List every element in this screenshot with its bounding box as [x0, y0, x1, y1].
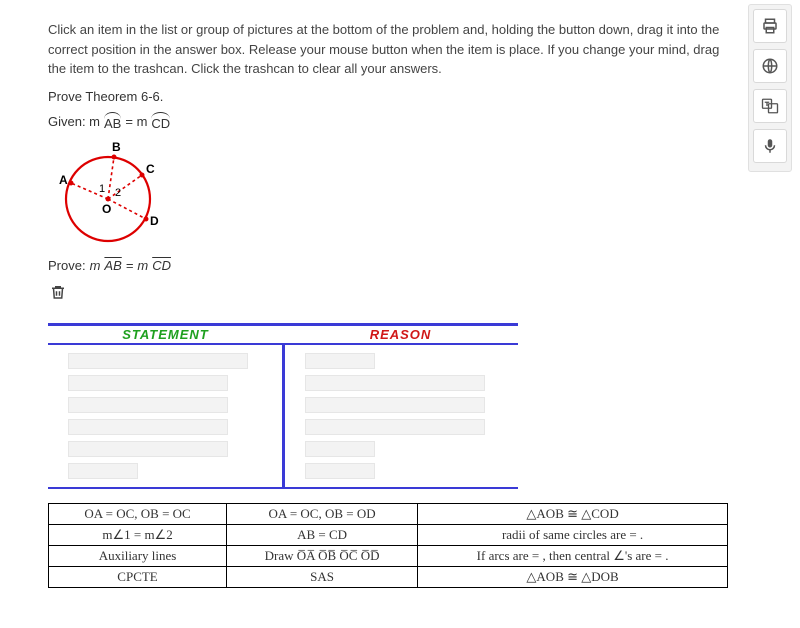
label-A: A	[59, 173, 68, 187]
reason-slot-3[interactable]	[305, 397, 485, 413]
reason-slot-5[interactable]	[305, 441, 375, 457]
arc-cd: CD	[151, 112, 170, 131]
stmt-slot-1[interactable]	[68, 353, 248, 369]
circle-figure: A B C D O 1 2	[48, 139, 728, 252]
stmt-slot-6[interactable]	[68, 463, 138, 479]
prove-m2: m	[137, 258, 148, 273]
stmt-slot-5[interactable]	[68, 441, 228, 457]
stmt-slot-4[interactable]	[68, 419, 228, 435]
prove-prefix: Prove:	[48, 258, 86, 273]
reason-slot-6[interactable]	[305, 463, 375, 479]
problem-content: Click an item in the list or group of pi…	[48, 20, 728, 588]
prove-lhs: AB	[104, 258, 121, 273]
header-statement: STATEMENT	[48, 326, 283, 343]
choice-r2c2[interactable]: AB = CD	[227, 524, 418, 545]
task-line: Prove Theorem 6-6.	[48, 89, 728, 104]
label-angle1: 1	[99, 183, 105, 195]
microphone-button[interactable]	[753, 129, 787, 163]
translate-icon	[761, 97, 779, 115]
trash-button[interactable]	[48, 281, 68, 303]
globe-icon	[761, 57, 779, 75]
given-line: Given: m AB = m CD	[48, 112, 728, 131]
stmt-slot-3[interactable]	[68, 397, 228, 413]
label-B: B	[112, 140, 121, 154]
stmt-slot-2[interactable]	[68, 375, 228, 391]
prove-eq: =	[126, 258, 134, 273]
choice-r1c3[interactable]: △AOB ≅ △COD	[418, 503, 728, 524]
proof-table: STATEMENT REASON	[48, 323, 518, 489]
given-eq: = m	[125, 114, 147, 129]
choice-r4c2[interactable]: SAS	[227, 566, 418, 587]
print-button[interactable]	[753, 9, 787, 43]
choice-r2c3[interactable]: radii of same circles are = .	[418, 524, 728, 545]
choice-r1c2[interactable]: OA = OC, OB = OD	[227, 503, 418, 524]
print-icon	[761, 17, 779, 35]
reason-slot-4[interactable]	[305, 419, 485, 435]
globe-button[interactable]	[753, 49, 787, 83]
choice-r3c2[interactable]: Draw O̅A̅ O̅B̅ O̅C̅ O̅D̅	[227, 545, 418, 566]
prove-rhs: CD	[152, 258, 171, 273]
choice-r4c1[interactable]: CPCTE	[49, 566, 227, 587]
right-toolbar	[748, 4, 792, 172]
arc-ab: AB	[104, 112, 121, 131]
reason-column	[285, 345, 519, 487]
choice-r3c3[interactable]: If arcs are = , then central ∠'s are = .	[418, 545, 728, 566]
choice-bank: OA = OC, OB = OC OA = OC, OB = OD △AOB ≅…	[48, 503, 728, 588]
label-angle2: 2	[115, 187, 121, 199]
label-O: O	[102, 202, 111, 216]
choice-r4c3[interactable]: △AOB ≅ △DOB	[418, 566, 728, 587]
choice-r1c1[interactable]: OA = OC, OB = OC	[49, 503, 227, 524]
choice-r3c1[interactable]: Auxiliary lines	[49, 545, 227, 566]
prove-line: Prove: m AB = m CD	[48, 258, 728, 273]
microphone-icon	[761, 137, 779, 155]
reason-slot-2[interactable]	[305, 375, 485, 391]
reason-slot-1[interactable]	[305, 353, 375, 369]
given-prefix: Given: m	[48, 114, 100, 129]
instructions-text: Click an item in the list or group of pi…	[48, 20, 728, 79]
label-D: D	[150, 214, 159, 228]
statement-column	[48, 345, 285, 487]
prove-m1: m	[90, 258, 101, 273]
translate-button[interactable]	[753, 89, 787, 123]
label-C: C	[146, 162, 155, 176]
header-reason: REASON	[283, 326, 518, 343]
choice-r2c1[interactable]: m∠1 = m∠2	[49, 524, 227, 545]
trash-icon	[49, 282, 67, 302]
